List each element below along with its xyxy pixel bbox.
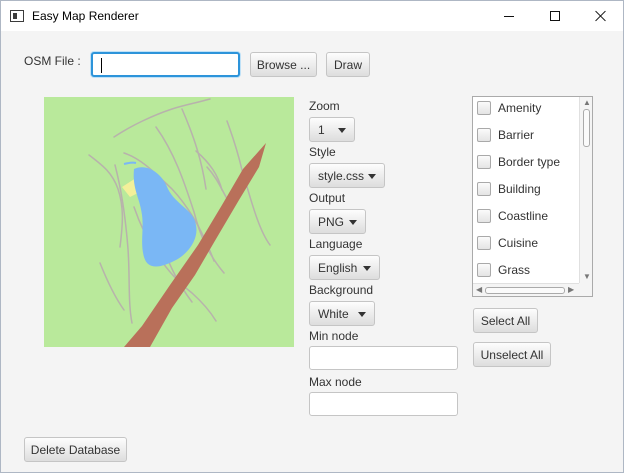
horizontal-scroll-thumb[interactable] <box>485 287 565 294</box>
text-cursor <box>101 58 102 73</box>
scroll-right-icon[interactable]: ▶ <box>568 286 574 294</box>
maximize-icon <box>550 11 560 21</box>
feature-label: Border type <box>498 154 561 169</box>
scroll-down-icon[interactable]: ▼ <box>583 273 591 281</box>
feature-label: Coastline <box>498 208 549 223</box>
close-button[interactable] <box>578 1 624 31</box>
rendered-map <box>44 97 294 347</box>
checkbox[interactable] <box>477 181 491 196</box>
maximize-button[interactable] <box>532 1 578 31</box>
feature-label: Grass <box>498 262 531 277</box>
minimize-icon <box>504 15 514 17</box>
chevron-down-icon <box>338 128 346 133</box>
minimize-button[interactable] <box>486 1 532 31</box>
output-select[interactable]: PNG <box>309 209 366 234</box>
style-select[interactable]: style.css <box>309 163 385 188</box>
feature-label: Amenity <box>498 100 542 115</box>
max-node-label: Max node <box>309 375 362 389</box>
title-bar[interactable]: Easy Map Renderer <box>1 1 623 31</box>
background-label: Background <box>309 283 374 297</box>
checkbox[interactable] <box>477 100 491 115</box>
checkbox[interactable] <box>477 235 491 250</box>
checkbox[interactable] <box>477 154 491 169</box>
min-node-label: Min node <box>309 329 359 343</box>
chevron-down-icon <box>349 220 357 225</box>
language-select[interactable]: English <box>309 255 380 280</box>
style-value: style.css <box>318 169 365 183</box>
feature-label: Building <box>498 181 541 196</box>
app-window-icon <box>10 10 24 22</box>
close-icon <box>595 10 607 22</box>
feature-checkbox-row[interactable]: Cuisine <box>474 229 579 256</box>
scroll-left-icon[interactable]: ◀ <box>476 286 482 294</box>
zoom-select[interactable]: 1 <box>309 117 355 142</box>
scroll-up-icon[interactable]: ▲ <box>583 99 591 107</box>
style-label: Style <box>309 145 336 159</box>
delete-database-button[interactable]: Delete Database <box>24 437 127 462</box>
feature-label: Cuisine <box>498 235 539 250</box>
vertical-scroll-thumb[interactable] <box>583 109 590 147</box>
zoom-label: Zoom <box>309 99 340 113</box>
osm-file-input[interactable] <box>91 52 240 77</box>
language-value: English <box>318 261 358 275</box>
horizontal-scrollbar[interactable]: ◀ ▶ <box>473 283 579 296</box>
select-all-button[interactable]: Select All <box>473 308 538 333</box>
output-value: PNG <box>318 215 345 229</box>
checkbox[interactable] <box>477 262 491 277</box>
output-label: Output <box>309 191 346 205</box>
unselect-all-button[interactable]: Unselect All <box>473 342 551 367</box>
language-label: Language <box>309 237 363 251</box>
feature-checkbox-row[interactable]: Border type <box>474 148 579 175</box>
feature-checkbox-row[interactable]: Coastline <box>474 202 579 229</box>
application-window: Easy Map Renderer OSM File : Browse ... … <box>0 0 624 473</box>
feature-checkbox-row[interactable]: Barrier <box>474 121 579 148</box>
feature-checkbox-row[interactable]: Amenity <box>474 97 579 121</box>
max-node-input[interactable] <box>309 392 458 416</box>
zoom-value: 1 <box>318 123 325 137</box>
feature-checkbox-row[interactable]: Building <box>474 175 579 202</box>
draw-button[interactable]: Draw <box>326 52 370 77</box>
chevron-down-icon <box>363 266 371 271</box>
feature-label: Barrier <box>498 127 535 142</box>
feature-checkbox-list[interactable]: Amenity Barrier Border type Building Coa… <box>472 96 593 297</box>
checkbox[interactable] <box>477 208 491 223</box>
browse-button[interactable]: Browse ... <box>250 52 317 77</box>
chevron-down-icon <box>358 312 366 317</box>
background-select[interactable]: White <box>309 301 375 326</box>
window-title: Easy Map Renderer <box>32 9 139 23</box>
checkbox[interactable] <box>477 127 491 142</box>
feature-checkbox-row[interactable]: Grass <box>474 256 579 283</box>
background-value: White <box>318 307 349 321</box>
min-node-input[interactable] <box>309 346 458 370</box>
osm-file-label: OSM File : <box>24 54 81 68</box>
map-preview[interactable] <box>44 97 294 347</box>
scrollbar-corner <box>579 283 592 296</box>
vertical-scrollbar[interactable]: ▲ ▼ <box>579 97 592 283</box>
chevron-down-icon <box>368 174 376 179</box>
